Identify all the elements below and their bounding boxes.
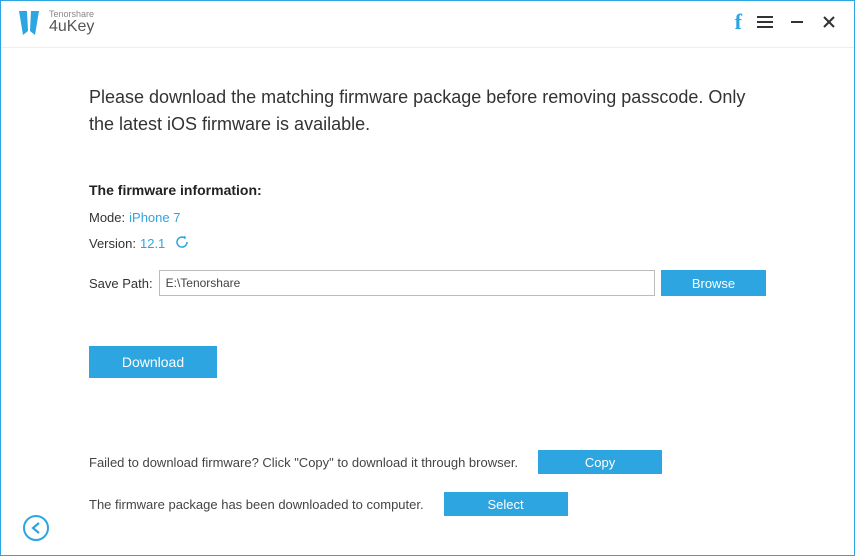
brand-text: Tenorshare 4uKey: [49, 10, 94, 35]
save-path-row: Save Path: Browse: [89, 270, 766, 296]
app-header: Tenorshare 4uKey f: [1, 1, 854, 48]
select-row: The firmware package has been downloaded…: [89, 492, 766, 516]
save-path-label: Save Path:: [89, 276, 153, 291]
mode-value: iPhone 7: [129, 210, 180, 225]
firmware-info-heading: The firmware information:: [89, 182, 766, 198]
refresh-icon[interactable]: [175, 235, 189, 252]
copy-instruction-text: Failed to download firmware? Click "Copy…: [89, 455, 518, 470]
instruction-text: Please download the matching firmware pa…: [89, 84, 766, 138]
version-row: Version: 12.1: [89, 235, 766, 252]
facebook-icon[interactable]: f: [735, 9, 742, 35]
browse-button[interactable]: Browse: [661, 270, 766, 296]
copy-row: Failed to download firmware? Click "Copy…: [89, 450, 766, 474]
mode-row: Mode: iPhone 7: [89, 210, 766, 225]
main-content: Please download the matching firmware pa…: [1, 48, 854, 516]
app-logo-icon: [17, 9, 41, 35]
close-icon[interactable]: [820, 13, 838, 31]
save-path-input[interactable]: [159, 270, 655, 296]
menu-icon[interactable]: [756, 13, 774, 31]
mode-label: Mode:: [89, 210, 125, 225]
download-button[interactable]: Download: [89, 346, 217, 378]
brand-title: 4uKey: [49, 19, 94, 35]
minimize-icon[interactable]: [788, 13, 806, 31]
window-controls: f: [735, 9, 838, 35]
version-label: Version:: [89, 236, 136, 251]
select-button[interactable]: Select: [444, 492, 568, 516]
brand-block: Tenorshare 4uKey: [17, 9, 94, 35]
version-value: 12.1: [140, 236, 165, 251]
back-button[interactable]: [23, 515, 49, 541]
bottom-section: Failed to download firmware? Click "Copy…: [89, 450, 766, 516]
chevron-left-icon: [31, 522, 41, 534]
select-instruction-text: The firmware package has been downloaded…: [89, 497, 424, 512]
copy-button[interactable]: Copy: [538, 450, 662, 474]
